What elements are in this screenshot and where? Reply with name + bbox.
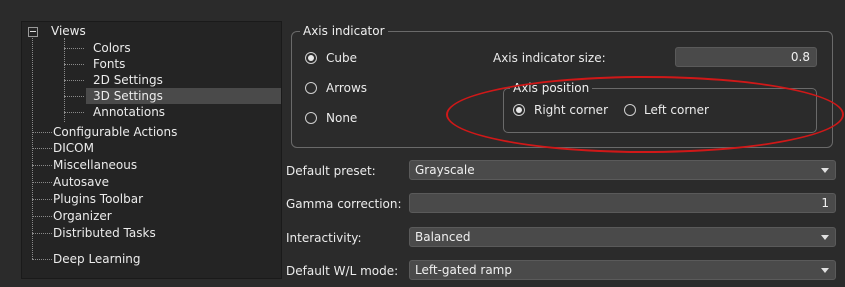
gamma-correction-value: 1 xyxy=(821,196,829,210)
tree-connector xyxy=(32,148,52,149)
tree-connector xyxy=(64,48,84,49)
interactivity-dropdown[interactable]: Balanced xyxy=(409,227,836,247)
none-label[interactable]: None xyxy=(326,110,357,126)
axis-indicator-size-input[interactable]: 0.8 xyxy=(675,47,817,67)
settings-tree[interactable]: Views Colors Fonts 2D Settings 3D Settin… xyxy=(21,21,282,279)
tree-item-views[interactable]: Views xyxy=(51,23,86,39)
tree-connector xyxy=(64,112,84,113)
gamma-correction-label: Gamma correction: xyxy=(286,197,402,211)
tree-item-fonts[interactable]: Fonts xyxy=(93,56,125,72)
tree-connector xyxy=(32,165,52,166)
interactivity-label: Interactivity: xyxy=(286,231,362,245)
tree-item-plugins-toolbar[interactable]: Plugins Toolbar xyxy=(53,191,143,207)
cube-label[interactable]: Cube xyxy=(326,50,357,66)
tree-item-3d-settings[interactable]: 3D Settings xyxy=(86,88,281,104)
tree-item-2d-settings[interactable]: 2D Settings xyxy=(93,72,163,88)
tree-connector xyxy=(64,96,84,97)
interactivity-value: Balanced xyxy=(415,230,471,244)
tree-item-deep-learning[interactable]: Deep Learning xyxy=(53,251,141,267)
gamma-correction-input[interactable]: 1 xyxy=(409,193,836,213)
axis-indicator-title: Axis indicator xyxy=(300,23,388,39)
tree-connector xyxy=(32,216,52,217)
arrows-label[interactable]: Arrows xyxy=(326,80,367,96)
tree-item-organizer[interactable]: Organizer xyxy=(53,208,112,224)
tree-item-annotations[interactable]: Annotations xyxy=(93,104,165,120)
none-radio[interactable] xyxy=(305,112,317,124)
tree-connector xyxy=(64,64,84,65)
axis-indicator-size-value: 0.8 xyxy=(790,50,810,64)
tree-connector xyxy=(32,259,52,260)
tree-connector xyxy=(32,132,52,133)
tree-connector xyxy=(64,80,84,81)
tree-connector xyxy=(32,233,52,234)
tree-item-autosave[interactable]: Autosave xyxy=(53,174,109,190)
chevron-down-icon xyxy=(821,268,829,273)
axis-indicator-size-label: Axis indicator size: xyxy=(493,51,606,65)
tree-item-dicom[interactable]: DICOM xyxy=(53,140,94,156)
tree-item-distributed-tasks[interactable]: Distributed Tasks xyxy=(53,225,156,241)
default-preset-value: Grayscale xyxy=(415,163,475,177)
tree-item-configurable-actions[interactable]: Configurable Actions xyxy=(53,124,177,140)
tree-item-colors[interactable]: Colors xyxy=(93,40,131,56)
chevron-down-icon xyxy=(821,235,829,240)
cube-radio[interactable] xyxy=(305,52,317,64)
chevron-down-icon xyxy=(821,168,829,173)
tree-connector xyxy=(32,199,52,200)
collapse-icon[interactable] xyxy=(28,27,38,37)
default-preset-dropdown[interactable]: Grayscale xyxy=(409,160,836,180)
tree-connector xyxy=(32,182,52,183)
default-wl-mode-label: Default W/L mode: xyxy=(286,264,399,278)
default-preset-label: Default preset: xyxy=(286,164,376,178)
default-wl-mode-value: Left-gated ramp xyxy=(415,263,512,277)
tree-item-miscellaneous[interactable]: Miscellaneous xyxy=(53,157,137,173)
default-wl-mode-dropdown[interactable]: Left-gated ramp xyxy=(409,260,836,280)
highlight-ellipse xyxy=(446,76,844,153)
preferences-window: Views Colors Fonts 2D Settings 3D Settin… xyxy=(0,0,845,287)
arrows-radio[interactable] xyxy=(305,82,317,94)
